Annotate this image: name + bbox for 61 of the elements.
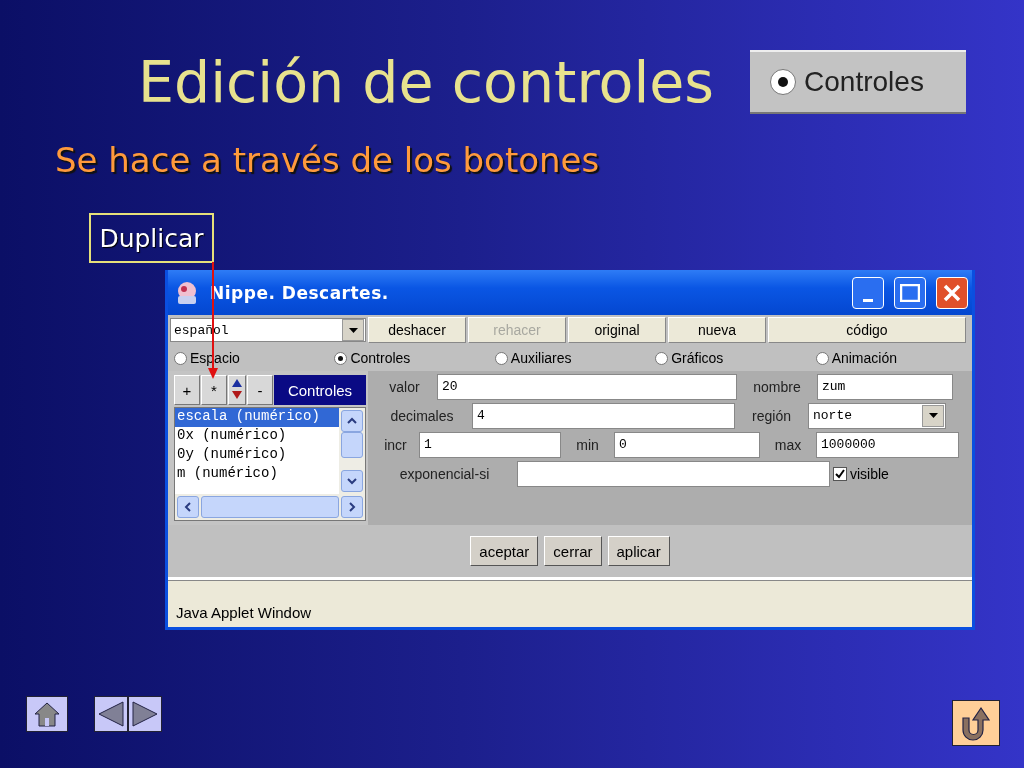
- list-header: Controles: [274, 375, 366, 405]
- return-button[interactable]: [952, 700, 1000, 746]
- maximize-button[interactable]: [894, 276, 926, 309]
- text-field[interactable]: zum: [817, 373, 953, 400]
- list-item[interactable]: escala (numérico): [175, 408, 339, 427]
- radio-tab[interactable]: Auxiliares: [490, 350, 572, 366]
- radio-label: Controles: [804, 66, 924, 98]
- vertical-scrollbar[interactable]: [339, 408, 365, 494]
- scroll-left-icon: [182, 501, 194, 513]
- caret-icon: [348, 327, 358, 333]
- dialog-button[interactable]: cerrar: [544, 536, 602, 566]
- minimize-button[interactable]: [852, 276, 884, 309]
- dialog-button[interactable]: aceptar: [470, 536, 539, 566]
- next-button[interactable]: [128, 696, 162, 732]
- list-tool-button[interactable]: +: [174, 375, 200, 405]
- horizontal-scrollbar[interactable]: [175, 494, 365, 520]
- toolbar-button[interactable]: deshacer: [368, 317, 466, 343]
- close-button[interactable]: [936, 276, 968, 309]
- text-field[interactable]: 1000000: [816, 431, 959, 458]
- field-label: incr: [383, 436, 408, 453]
- field-label: nombre: [752, 378, 802, 395]
- text-field[interactable]: 4: [472, 402, 735, 429]
- dialog-button[interactable]: aplicar: [607, 536, 670, 566]
- text-field[interactable]: [517, 460, 830, 487]
- callout-label: Duplicar: [89, 213, 214, 263]
- home-icon: [33, 701, 61, 727]
- toolbar-button[interactable]: nueva: [668, 317, 766, 343]
- field-label: valor: [388, 378, 421, 395]
- radio-tab[interactable]: Controles: [330, 350, 411, 366]
- dropdown-field[interactable]: norte: [808, 402, 946, 429]
- left-triangle-icon: [97, 700, 125, 728]
- checkbox-label: visible: [850, 465, 889, 482]
- text-field[interactable]: 20: [437, 373, 737, 400]
- text-field[interactable]: 0: [614, 431, 760, 458]
- field-label: decimales: [389, 407, 455, 424]
- right-triangle-icon: [131, 700, 159, 728]
- scroll-down-icon: [346, 475, 358, 487]
- scroll-right-icon: [346, 501, 358, 513]
- caret-icon: [928, 413, 938, 418]
- field-label: min: [575, 436, 600, 453]
- list-tool-button[interactable]: -: [247, 375, 273, 405]
- maximize-icon: [900, 283, 920, 302]
- toolbar-button[interactable]: código: [768, 317, 966, 343]
- minimize-icon: [863, 299, 873, 302]
- up-down-icon: [232, 377, 242, 400]
- slide-subtitle: Se hace a través de los botones: [54, 140, 601, 180]
- slide-title: Edición de controles: [138, 49, 715, 115]
- radio-tab[interactable]: Gráficos: [651, 350, 724, 366]
- list-tool-button[interactable]: *: [201, 375, 227, 405]
- radio-tab[interactable]: Animación: [811, 350, 897, 366]
- text-field[interactable]: 1: [419, 431, 561, 458]
- field-label: exponencial-si: [398, 465, 491, 482]
- toolbar-button[interactable]: original: [568, 317, 666, 343]
- checkbox[interactable]: [833, 466, 847, 481]
- move-button[interactable]: [228, 375, 246, 405]
- previous-button[interactable]: [94, 696, 128, 732]
- close-icon: [943, 283, 961, 302]
- field-label: región: [751, 407, 792, 424]
- home-button[interactable]: [26, 696, 68, 732]
- status-text: Java Applet Window: [176, 604, 312, 621]
- field-label: max: [773, 436, 803, 453]
